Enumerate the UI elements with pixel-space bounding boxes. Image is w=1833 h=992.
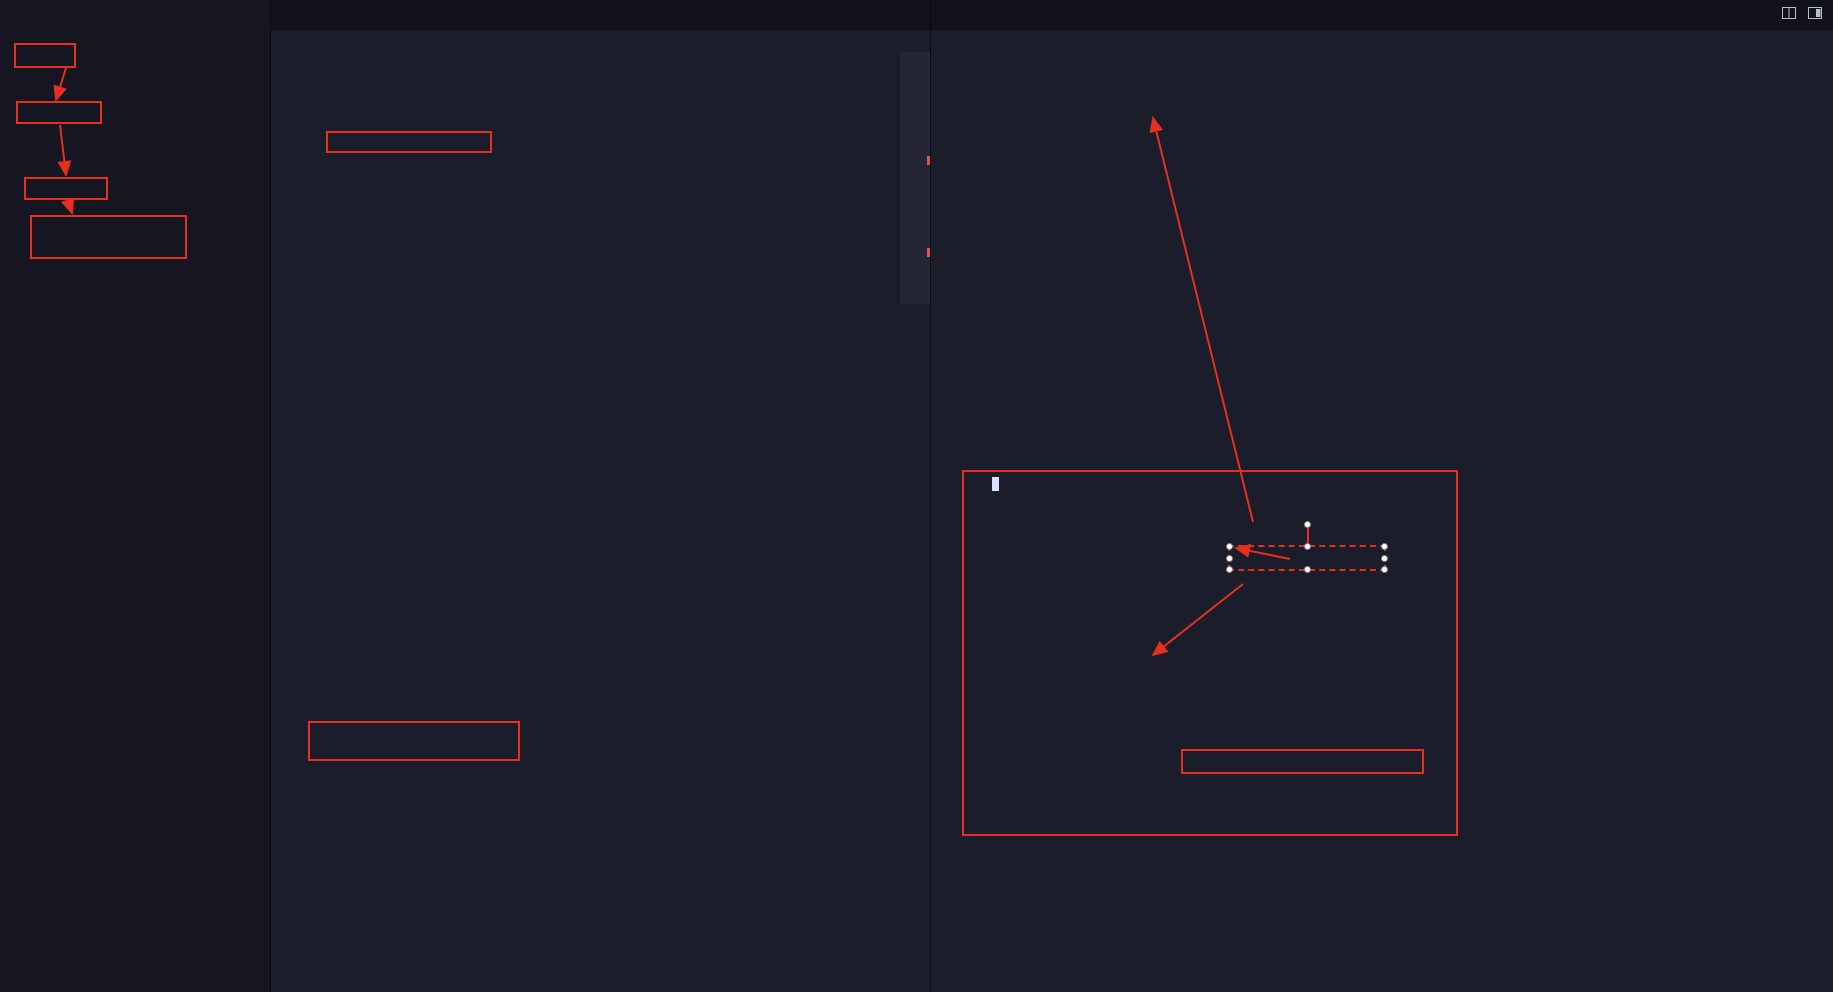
breadcrumb-center [271,30,930,52]
split-editor-icon[interactable] [1781,5,1797,26]
breadcrumb-right [931,30,1833,52]
tab-bar-center [271,0,930,30]
editor-layout-icon[interactable] [1807,5,1823,26]
minimap[interactable] [900,52,930,792]
editor-group-center [270,0,930,992]
minimap-slider[interactable] [900,52,930,304]
explorer-title-bar [0,0,270,28]
editor-group-right [930,0,1833,992]
tab-bar-right [931,0,1833,30]
explorer-sidebar [0,0,270,992]
project-header[interactable] [0,28,270,48]
vscode-window [0,0,1833,992]
